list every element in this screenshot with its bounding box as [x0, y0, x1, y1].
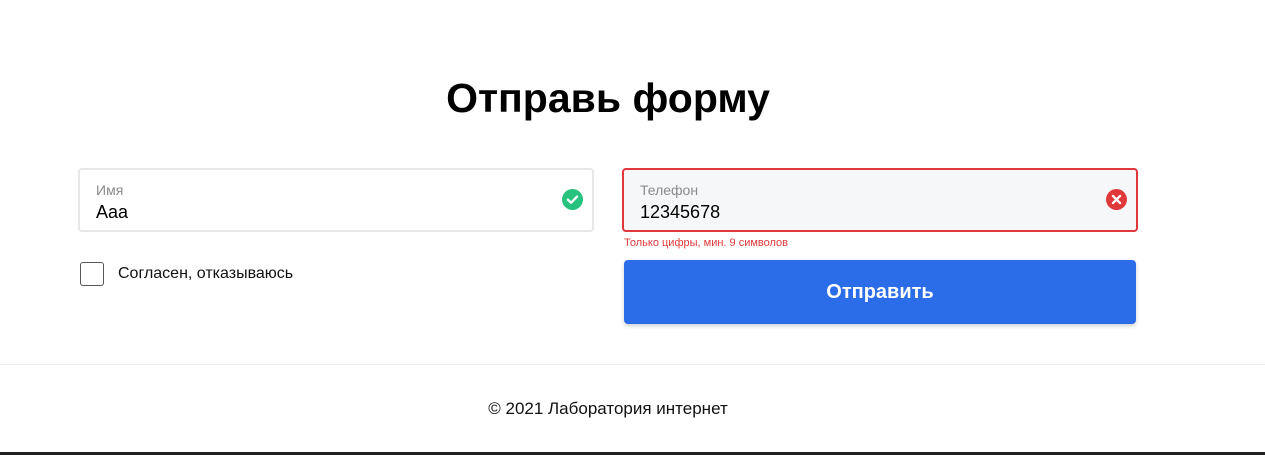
- check-circle-icon: [562, 189, 583, 210]
- phone-field-label: Телефон: [640, 182, 699, 198]
- page: Отправь форму Имя Телефон Только цифры, …: [0, 0, 1265, 455]
- consent-checkbox[interactable]: [80, 262, 104, 286]
- consent-checkbox-row[interactable]: Согласен, отказываюсь: [80, 262, 293, 286]
- page-title: Отправь форму: [446, 75, 770, 121]
- phone-error-message: Только цифры, мин. 9 символов: [624, 237, 789, 249]
- phone-input[interactable]: [640, 201, 1080, 223]
- name-field[interactable]: Имя: [78, 168, 594, 232]
- close-circle-icon: [1106, 189, 1127, 210]
- name-field-label: Имя: [96, 182, 124, 198]
- submit-button[interactable]: Отправить: [624, 260, 1136, 324]
- name-input[interactable]: [96, 201, 536, 223]
- phone-field[interactable]: Телефон: [622, 168, 1138, 232]
- consent-label: Согласен, отказываюсь: [118, 265, 294, 282]
- footer-copyright: © 2021 Лаборатория интернет: [488, 399, 728, 418]
- footer-divider: [0, 364, 1265, 365]
